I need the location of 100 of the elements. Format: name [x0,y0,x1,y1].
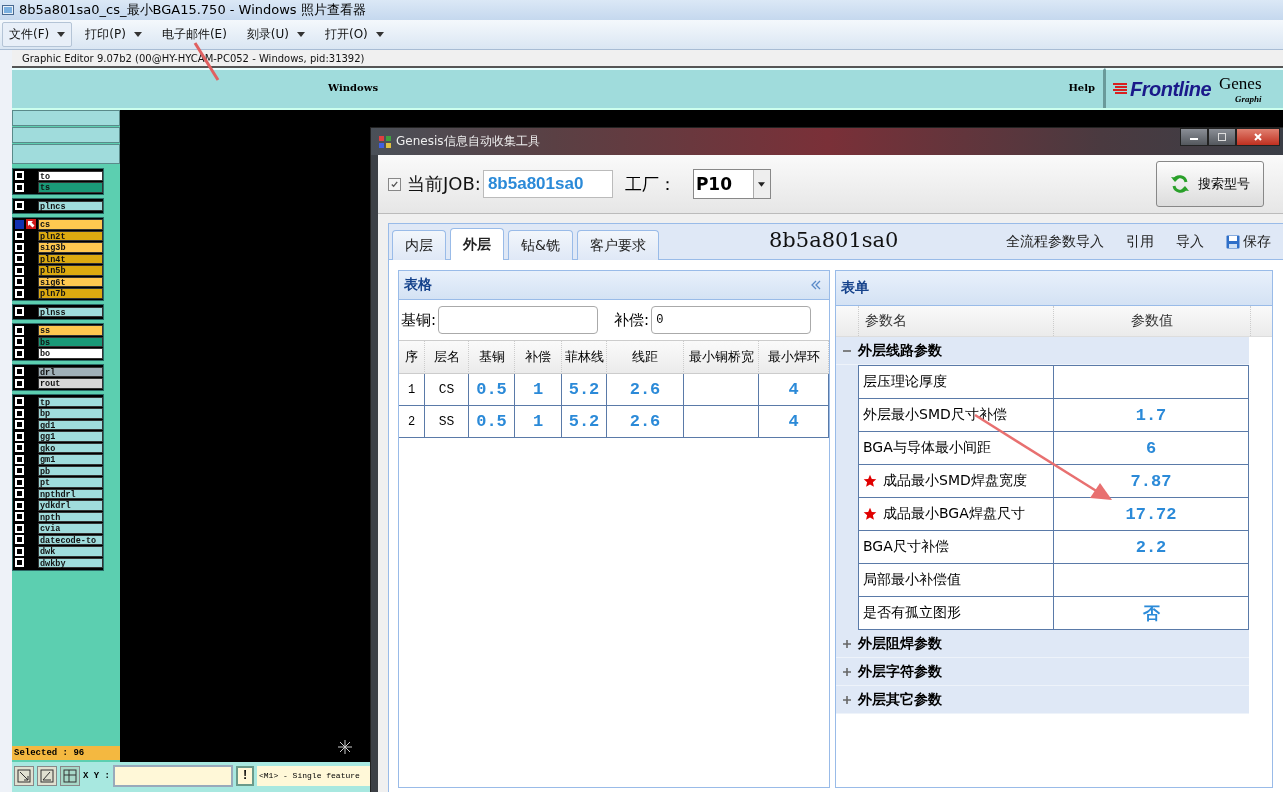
menu-item[interactable]: 打开(O) [318,22,391,47]
layer-name[interactable]: cs [38,219,103,230]
menu-item[interactable]: Windows [328,82,379,93]
layer-name[interactable]: dwk [38,546,103,557]
coordinates-field[interactable] [113,765,233,787]
property-value[interactable]: 7.87 [1130,471,1172,491]
layer-name[interactable]: pt [38,477,103,488]
table-cell: SS [425,406,469,438]
action-link[interactable]: 导入 [1176,232,1204,251]
layer-name[interactable]: gm1 [38,454,103,465]
layer-checkbox[interactable] [15,219,24,229]
layer-name[interactable]: npthdrl [38,488,103,499]
maximize-button[interactable] [1208,128,1236,146]
layer-name[interactable]: datecode-to [38,534,103,545]
layer-name[interactable]: gko [38,442,103,453]
tab[interactable]: 外层 [450,228,504,260]
grid-button[interactable] [60,766,80,786]
table-cell: CS [425,374,469,406]
table-cell: 2.6 [607,374,684,406]
column-header[interactable]: 线距 [607,341,684,374]
table-cell: 1 [515,406,562,438]
layer-name[interactable]: plnss [38,306,103,317]
group-header[interactable]: 外层线路参数 [858,341,942,360]
column-header[interactable]: 参数名 [858,306,1053,336]
layer-name[interactable]: dwkby [38,557,103,568]
property-value[interactable]: 6 [1145,438,1157,458]
menu-item[interactable]: 电子邮件(E) [154,22,234,47]
menu-item[interactable]: 刻录(U) [239,22,312,47]
save-button[interactable]: 保存 [1226,232,1271,251]
column-header[interactable]: 序 [399,341,425,374]
job-field[interactable]: 8b5a801sa0 [482,170,613,198]
layer-name[interactable]: bp [38,408,103,419]
column-header[interactable]: 补偿 [515,341,562,374]
dialog-title: Genesis信息自动收集工具 [396,133,540,150]
layer-name[interactable]: npth [38,511,103,522]
tab[interactable]: 客户要求 [576,230,659,260]
column-header[interactable]: 菲林线 [562,341,607,374]
group-header[interactable]: 外层字符参数 [858,662,942,681]
layer-name[interactable]: sig6t [38,276,103,287]
layer-name[interactable]: gg1 [38,431,103,442]
star-icon [863,474,877,488]
layer-name[interactable]: ts [38,182,103,193]
property-value[interactable]: 17.72 [1125,504,1177,524]
collapse-icon[interactable] [811,280,821,290]
tab[interactable]: 钻&铣 [508,230,573,260]
input-field[interactable] [438,306,599,334]
alert-button[interactable]: ! [236,766,254,786]
zoom-fit-button[interactable] [14,766,34,786]
layer-name[interactable]: bo [38,348,103,359]
measure-button[interactable] [37,766,57,786]
layer-name[interactable]: pln7b [38,288,103,299]
tab[interactable]: 内层 [392,230,446,260]
property-value[interactable]: 否 [1142,601,1160,625]
table-cell: 5.2 [562,406,607,438]
action-link[interactable]: 全流程参数导入 [1006,232,1104,251]
action-link[interactable]: 引用 [1126,232,1154,251]
layer-name[interactable]: pln2t [38,230,103,241]
input-field[interactable]: 0 [651,306,812,334]
job-label: 当前JOB: [407,172,481,196]
close-button[interactable] [1236,128,1280,146]
layer-name[interactable]: ss [38,325,103,336]
column-header[interactable]: 最小焊环 [759,341,829,374]
table-cell: 5.2 [562,374,607,406]
table-cell: 4 [759,406,829,438]
layer-name[interactable]: sig3b [38,242,103,253]
search-button[interactable]: 搜索型号 [1156,161,1264,207]
field-label: 基铜: [401,310,437,330]
minimize-button[interactable] [1180,128,1208,146]
close-icon [1253,132,1263,142]
group-header[interactable]: 外层阻焊参数 [858,634,942,653]
layer-name[interactable]: rout [38,378,103,389]
layer-name[interactable]: pln4t [38,253,103,264]
layer-name[interactable]: ydkdrl [38,500,103,511]
grid-icon [63,769,77,783]
layer-name[interactable]: drl [38,366,103,377]
property-name: 成品最小SMD焊盘宽度 [883,472,1027,490]
menu-item[interactable]: 文件(F) [2,22,73,47]
photo-viewer-icon [2,4,14,16]
factory-dropdown[interactable]: P10 [692,169,771,199]
property-value[interactable]: 2.2 [1135,537,1167,557]
layer-name[interactable]: bs [38,336,103,347]
group-header[interactable]: 外层其它参数 [858,690,942,709]
column-header[interactable]: 基铜 [469,341,515,374]
column-header[interactable]: 参数值 [1053,306,1251,336]
menu-item[interactable]: Help [1068,82,1095,93]
column-header[interactable]: 最小铜桥宽 [684,341,759,374]
layer-name[interactable]: cvia [38,523,103,534]
layer-name[interactable]: plncs [38,200,103,211]
layer-name[interactable]: to [38,170,103,181]
column-header[interactable]: 层名 [425,341,469,374]
layer-name[interactable]: gd1 [38,419,103,430]
table-cell: 4 [759,374,829,406]
refresh-icon [1170,174,1190,194]
layer-name[interactable]: tp [38,396,103,407]
layer-name[interactable]: pln5b [38,265,103,276]
menu-item[interactable]: 打印(P) [78,22,149,47]
property-value[interactable]: 1.7 [1135,405,1167,425]
layer-name[interactable]: pb [38,465,103,476]
coordinates-label: X Y : [83,771,110,781]
job-checkbox[interactable] [388,177,401,191]
